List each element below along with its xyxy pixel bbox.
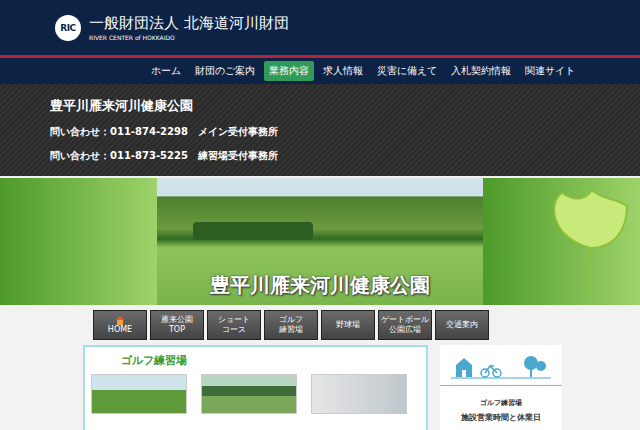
park-tab[interactable]: 野球場 <box>321 310 375 340</box>
banner-title: 豊平川雁来河川健康公園 <box>210 272 430 299</box>
main-card: ゴルフ練習場 <box>83 345 428 430</box>
banner-left <box>0 178 157 305</box>
nav-item[interactable]: 求人情報 <box>318 61 368 81</box>
park-tab[interactable]: ゴルフ練習場 <box>264 310 318 340</box>
nav-item[interactable]: 災害に備えて <box>372 61 442 81</box>
banner: 豊平川雁来河川健康公園 <box>0 178 640 305</box>
banner-photo: 豊平川雁来河川健康公園 <box>157 178 483 305</box>
thumbnail[interactable] <box>201 374 297 414</box>
content: ゴルフ練習場ゴルフ練習場施設営業時間と休業日 <box>0 345 640 430</box>
sidebar-rule <box>440 385 562 386</box>
contact-line: 問い合わせ：011-874-2298メイン受付事務所 <box>50 125 640 139</box>
thumbnail[interactable] <box>91 374 187 414</box>
nav-item[interactable]: 業務内容 <box>264 61 314 81</box>
thumbnails <box>91 374 418 414</box>
park-tab[interactable]: ゲートボール公園広場 <box>378 310 432 340</box>
sidebar: ゴルフ練習場施設営業時間と休業日 <box>440 345 562 430</box>
banner-right <box>483 178 640 305</box>
ginkgo-leaf-icon <box>542 188 632 298</box>
org-title: 一般財団法人 北海道河川財団 <box>89 14 289 32</box>
org-english: RIVER CENTER of HOKKAIDO <box>89 34 289 42</box>
nav-item[interactable]: 入札契約情報 <box>446 61 516 81</box>
contact-line: 問い合わせ：011-873-5225練習場受付事務所 <box>50 149 640 163</box>
park-title: 豊平川雁来河川健康公園 <box>50 97 640 115</box>
header: RIC 一般財団法人 北海道河川財団 RIVER CENTER of HOKKAID… <box>0 0 640 55</box>
park-info: 豊平川雁来河川健康公園問い合わせ：011-874-2298メイン受付事務所問い合… <box>0 84 640 176</box>
park-tab[interactable]: ショートコース <box>207 310 261 340</box>
nav-item[interactable]: 財団のご案内 <box>190 61 260 81</box>
org-name: 一般財団法人 北海道河川財団 RIVER CENTER of HOKKAIDO <box>89 14 289 42</box>
logo[interactable]: RIC <box>55 15 81 41</box>
sidebar-subtitle[interactable]: 施設営業時間と休業日 <box>461 412 541 423</box>
sidebar-title: ゴルフ練習場 <box>480 398 522 408</box>
park-tab[interactable]: 交通案内 <box>435 310 489 340</box>
page: RIC 一般財団法人 北海道河川財団 RIVER CENTER of HOKKAID… <box>0 0 640 430</box>
park-tabs: HOME雁来公園TOPショートコースゴルフ練習場野球場ゲートボール公園広場交通案… <box>0 305 640 345</box>
hedge <box>193 222 313 240</box>
house-icon <box>114 315 126 325</box>
park-tab[interactable]: 雁来公園TOP <box>150 310 204 340</box>
main-nav: ホーム財団のご案内業務内容求人情報災害に備えて入札契約情報関連サイト <box>0 58 640 84</box>
nav-item[interactable]: 関連サイト <box>520 61 580 81</box>
town-bicycle-icon <box>451 353 551 379</box>
park-tab[interactable]: HOME <box>93 310 147 340</box>
nav-item[interactable]: ホーム <box>146 61 186 81</box>
section-title: ゴルフ練習場 <box>91 353 418 368</box>
thumbnail[interactable] <box>311 374 407 414</box>
